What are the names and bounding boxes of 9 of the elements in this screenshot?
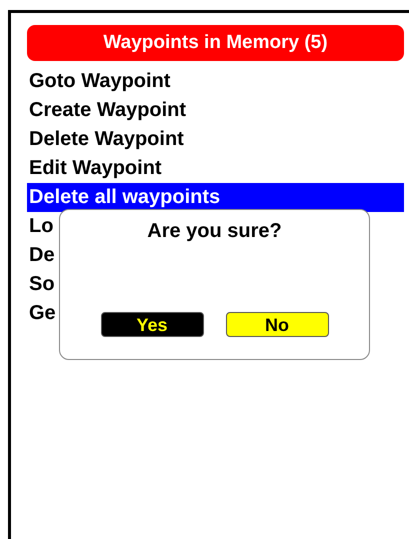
dialog-button[interactable]: No <box>226 312 328 337</box>
menu-item[interactable]: Delete all waypoints <box>27 183 404 212</box>
menu-item[interactable]: Create Waypoint <box>27 96 404 125</box>
dialog-button[interactable]: Yes <box>100 312 204 337</box>
screen-title: Waypoints in Memory (5) <box>27 25 404 61</box>
dialog-message: Are you sure? <box>147 219 282 244</box>
menu-item[interactable]: Edit Waypoint <box>27 154 404 183</box>
menu-item[interactable]: Goto Waypoint <box>27 67 404 96</box>
menu-item[interactable]: Delete Waypoint <box>27 125 404 154</box>
